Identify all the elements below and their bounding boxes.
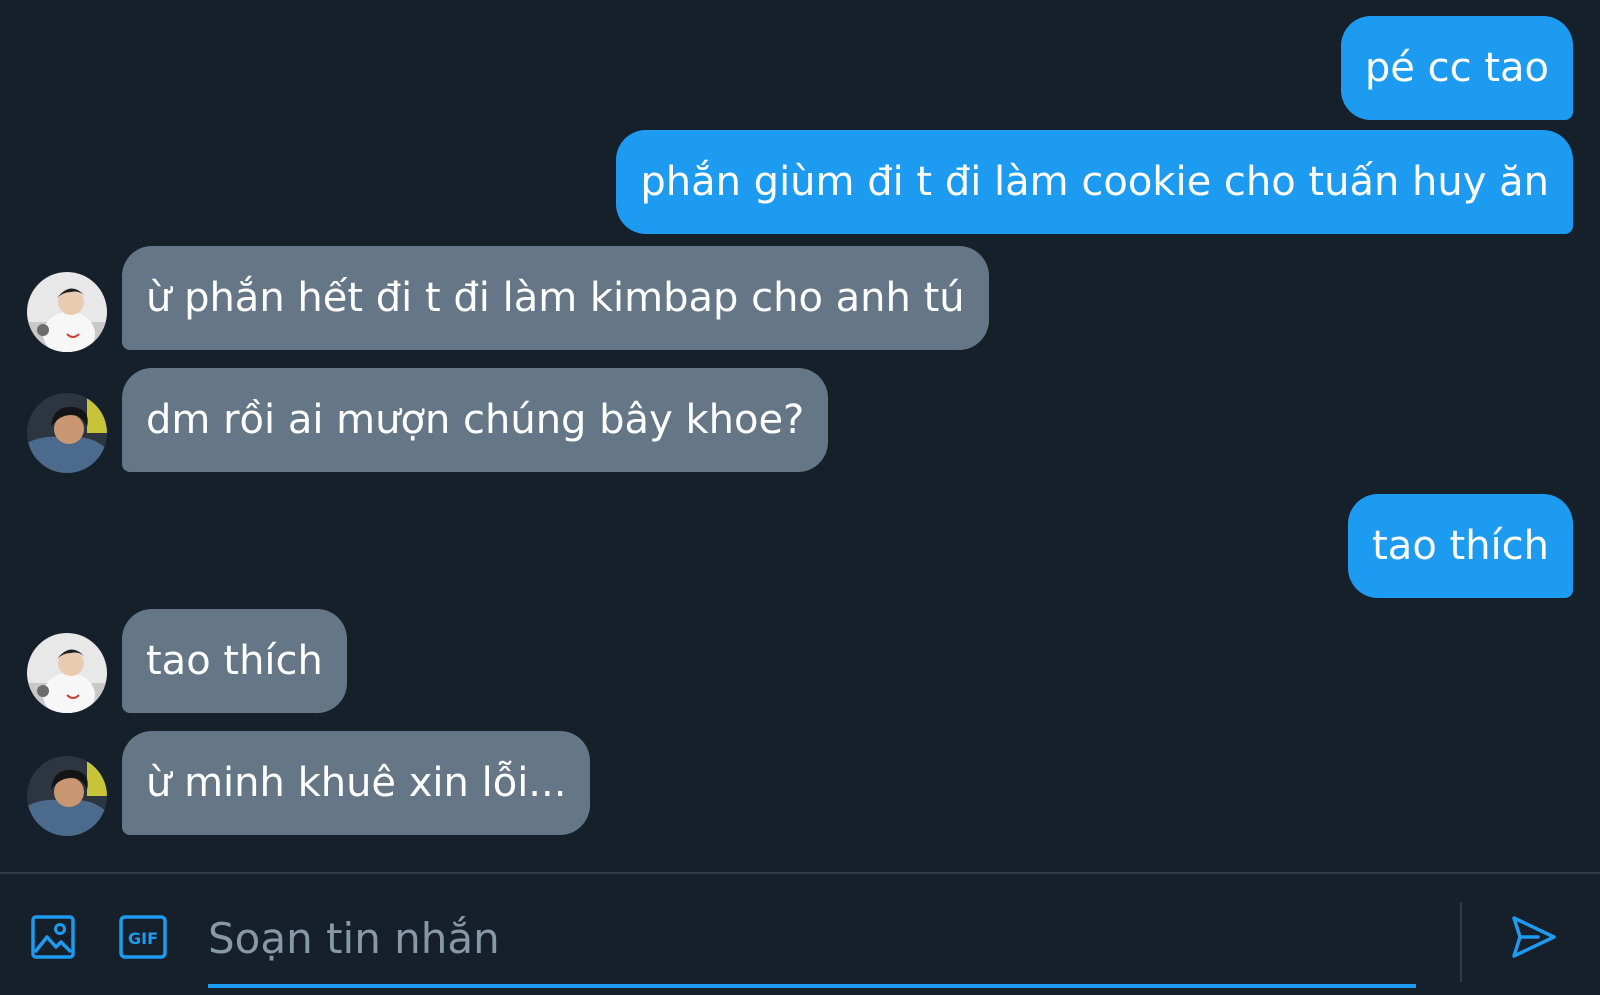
- avatar[interactable]: [27, 393, 107, 473]
- message-composer: GIF: [0, 872, 1600, 995]
- send-icon: [1512, 916, 1556, 958]
- message-bubble-incoming[interactable]: dm rồi ai mượn chúng bây khoe?: [122, 368, 829, 472]
- message-input[interactable]: [208, 892, 1416, 988]
- gif-label: GIF: [128, 929, 158, 948]
- message-list: pé cc tao phắn giùm đi t đi làm cookie c…: [0, 0, 1600, 872]
- message-bubble-incoming[interactable]: ừ phắn hết đi t đi làm kimbap cho anh tú: [122, 246, 989, 350]
- message-bubble-outgoing[interactable]: pé cc tao: [1340, 16, 1573, 120]
- add-image-button[interactable]: [28, 912, 78, 962]
- avatar[interactable]: [27, 633, 107, 713]
- avatar[interactable]: [27, 272, 107, 352]
- message-bubble-incoming[interactable]: tao thích: [122, 609, 347, 713]
- gif-icon: GIF: [119, 915, 167, 959]
- add-gif-button[interactable]: GIF: [118, 912, 168, 962]
- composer-divider: [1460, 902, 1462, 982]
- message-bubble-incoming[interactable]: ừ minh khuê xin lỗi...: [122, 731, 591, 835]
- image-icon: [31, 915, 75, 959]
- message-bubble-outgoing[interactable]: tao thích: [1348, 494, 1573, 598]
- message-bubble-outgoing[interactable]: phắn giùm đi t đi làm cookie cho tuấn hu…: [616, 130, 1573, 234]
- avatar[interactable]: [27, 756, 107, 836]
- send-button[interactable]: [1506, 910, 1560, 964]
